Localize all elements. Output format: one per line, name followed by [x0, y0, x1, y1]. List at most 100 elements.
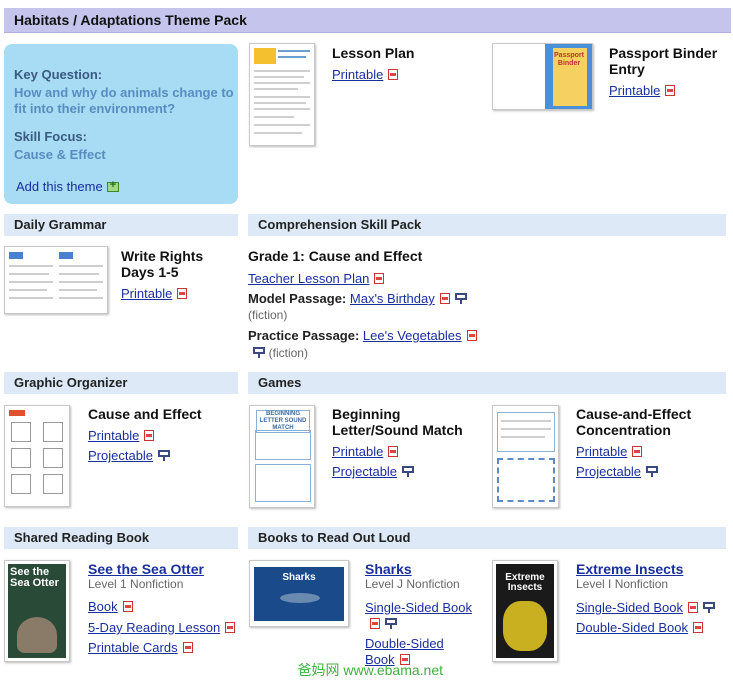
practice-passage-note: (fiction)	[268, 346, 308, 360]
pdf-icon[interactable]	[370, 618, 380, 629]
games-header: Games	[248, 372, 726, 394]
practice-passage-link[interactable]: Lee's Vegetables	[363, 328, 462, 343]
insects-level: Level I Nonfiction	[576, 577, 669, 591]
practice-passage-label: Practice Passage:	[248, 328, 360, 343]
shared-reading-heading: Shared Reading Book	[14, 530, 150, 545]
add-folder-icon[interactable]	[106, 179, 119, 192]
game1-thumbnail[interactable]: BEGINNING LETTER SOUND MATCH	[249, 405, 315, 508]
projector-icon[interactable]	[702, 602, 715, 613]
sharks-single-link[interactable]: Single-Sided Book	[365, 600, 472, 615]
add-theme-label[interactable]: Add this theme	[16, 179, 103, 194]
insects-double[interactable]: Double-Sided Book	[576, 620, 704, 635]
lesson-plan-printable[interactable]: Printable	[332, 67, 399, 82]
projector-icon[interactable]	[158, 450, 171, 461]
organizer-projectable-link[interactable]: Projectable	[88, 448, 153, 463]
practice-passage-row: Practice Passage: Lee's Vegetables	[248, 328, 477, 343]
game1-projectable[interactable]: Projectable	[332, 464, 415, 479]
game2-projectable[interactable]: Projectable	[576, 464, 659, 479]
game1-printable[interactable]: Printable	[332, 444, 399, 459]
sea-otter-cards[interactable]: Printable Cards	[88, 640, 193, 655]
teacher-lesson-plan[interactable]: Teacher Lesson Plan	[248, 271, 385, 286]
skill-focus-text: Cause & Effect	[14, 147, 106, 162]
grammar-title: Write Rights Days 1-5	[121, 248, 204, 280]
game1-projectable-link[interactable]: Projectable	[332, 464, 397, 479]
game2-printable-link[interactable]: Printable	[576, 444, 627, 459]
sharks-cover-text: Sharks	[282, 572, 316, 583]
sharks-title-link[interactable]: Sharks	[365, 561, 412, 577]
theme-title: Habitats / Adaptations Theme Pack	[14, 12, 247, 28]
game1-title: Beginning Letter/Sound Match	[332, 406, 463, 438]
pdf-icon[interactable]	[225, 622, 236, 633]
sea-otter-five-day-link[interactable]: 5-Day Reading Lesson	[88, 620, 220, 635]
read-aloud-header: Books to Read Out Loud	[248, 527, 726, 549]
organizer-printable-link[interactable]: Printable	[88, 428, 139, 443]
add-theme-link[interactable]: Add this theme	[16, 179, 119, 194]
pdf-icon[interactable]	[182, 642, 193, 653]
insects-cover[interactable]: Extreme Insects	[492, 560, 558, 662]
sea-otter-cover[interactable]: See the Sea Otter	[4, 560, 70, 662]
pdf-icon[interactable]	[388, 69, 399, 80]
passport-thumbnail[interactable]: Passport Binder	[492, 43, 593, 110]
passport-printable[interactable]: Printable	[609, 83, 676, 98]
pdf-icon[interactable]	[388, 446, 399, 457]
insects-double-link[interactable]: Double-Sided Book	[576, 620, 688, 635]
sea-otter-title-link[interactable]: See the Sea Otter	[88, 561, 204, 577]
projector-icon[interactable]	[385, 618, 397, 629]
projector-icon[interactable]	[253, 347, 265, 358]
sea-otter-five-day[interactable]: 5-Day Reading Lesson	[88, 620, 236, 635]
organizer-projectable[interactable]: Projectable	[88, 448, 171, 463]
comprehension-grade-heading: Grade 1: Cause and Effect	[248, 248, 423, 264]
pdf-icon[interactable]	[177, 288, 188, 299]
grammar-thumbnail[interactable]	[4, 246, 108, 314]
grammar-printable[interactable]: Printable	[121, 286, 188, 301]
watermark: 爸妈网 www.ebama.net	[297, 662, 444, 678]
lesson-plan-printable-link[interactable]: Printable	[332, 67, 383, 82]
pdf-icon[interactable]	[687, 602, 698, 613]
pdf-icon[interactable]	[665, 85, 676, 96]
projector-icon[interactable]	[646, 466, 659, 477]
sharks-single[interactable]: Single-Sided Book	[365, 600, 475, 632]
projector-icon[interactable]	[402, 466, 415, 477]
model-passage-link[interactable]: Max's Birthday	[350, 291, 435, 306]
pdf-icon[interactable]	[466, 330, 477, 341]
passport-thumb-title: Passport Binder	[554, 52, 584, 67]
skill-focus-label: Skill Focus:	[14, 129, 87, 144]
graphic-organizer-heading: Graphic Organizer	[14, 375, 128, 390]
model-passage-note: (fiction)	[248, 308, 288, 322]
pdf-icon[interactable]	[693, 622, 704, 633]
practice-passage-extra: (fiction)	[248, 345, 308, 360]
comprehension-header: Comprehension Skill Pack	[248, 214, 726, 236]
pdf-icon[interactable]	[439, 293, 450, 304]
pdf-icon[interactable]	[122, 601, 133, 612]
insects-single[interactable]: Single-Sided Book	[576, 600, 715, 615]
pdf-icon[interactable]	[374, 273, 385, 284]
organizer-printable[interactable]: Printable	[88, 428, 155, 443]
sharks-cover[interactable]: Sharks	[249, 560, 349, 627]
game2-title: Cause-and-Effect Concentration	[576, 406, 692, 438]
grammar-printable-link[interactable]: Printable	[121, 286, 172, 301]
pdf-icon[interactable]	[144, 430, 155, 441]
daily-grammar-heading: Daily Grammar	[14, 217, 107, 232]
sea-otter-book-link[interactable]: Book	[88, 599, 118, 614]
game2-projectable-link[interactable]: Projectable	[576, 464, 641, 479]
lesson-plan-title: Lesson Plan	[332, 45, 415, 61]
lesson-plan-thumbnail[interactable]	[249, 43, 315, 146]
model-passage-row: Model Passage: Max's Birthday	[248, 291, 467, 306]
games-heading: Games	[258, 375, 302, 390]
projector-icon[interactable]	[454, 293, 467, 304]
sea-otter-cards-link[interactable]: Printable Cards	[88, 640, 178, 655]
sea-otter-book[interactable]: Book	[88, 599, 133, 614]
model-passage-label: Model Passage:	[248, 291, 347, 306]
game2-printable[interactable]: Printable	[576, 444, 643, 459]
game2-thumbnail[interactable]	[492, 405, 559, 508]
sea-otter-level: Level 1 Nonfiction	[88, 577, 184, 591]
organizer-thumbnail[interactable]	[4, 405, 70, 507]
graphic-organizer-header: Graphic Organizer	[4, 372, 238, 394]
insects-single-link[interactable]: Single-Sided Book	[576, 600, 683, 615]
passport-printable-link[interactable]: Printable	[609, 83, 660, 98]
teacher-lesson-plan-link[interactable]: Teacher Lesson Plan	[248, 271, 369, 286]
pdf-icon[interactable]	[632, 446, 643, 457]
game1-printable-link[interactable]: Printable	[332, 444, 383, 459]
organizer-title: Cause and Effect	[88, 406, 202, 422]
insects-title-link[interactable]: Extreme Insects	[576, 561, 683, 577]
